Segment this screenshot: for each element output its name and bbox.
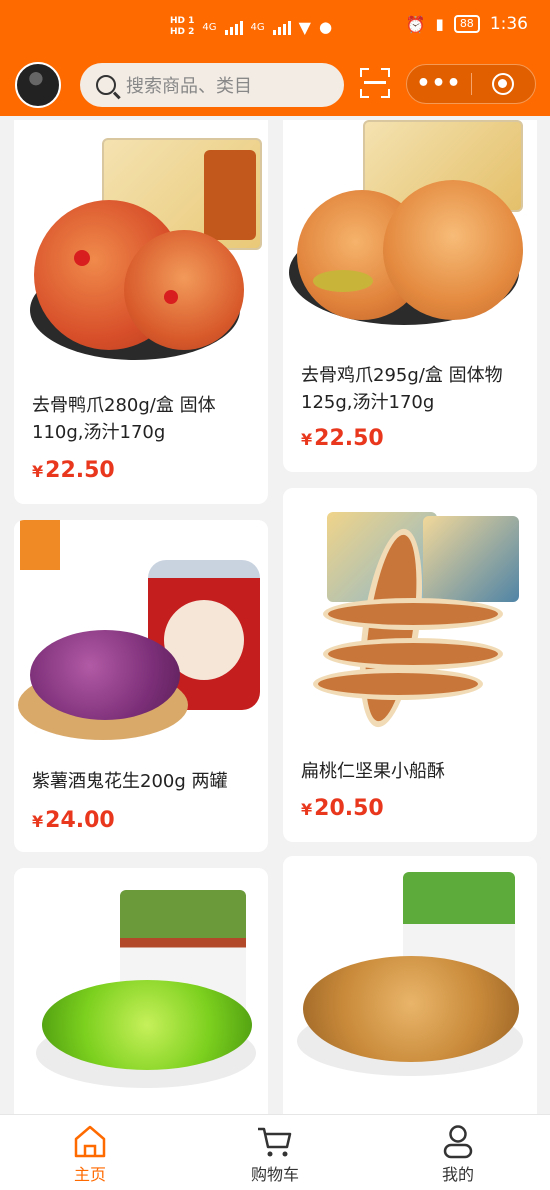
status-right: ⏰ ▮ 88 1:36 (406, 14, 528, 34)
search-placeholder: 搜索商品、类目 (126, 76, 252, 97)
product-card[interactable]: 去骨鸭爪280g/盒 固体110g,汤汁170g ¥22.50 (14, 120, 268, 504)
product-card[interactable] (14, 868, 268, 1128)
hd1-label: HD 1 (170, 16, 195, 26)
app-header: HD 1 HD 2 4G 4G ▼ ● ⏰ ▮ 88 1:36 搜索商品、类目 … (0, 0, 550, 116)
user-icon (438, 1123, 478, 1159)
search-header: 搜索商品、类目 ••• (0, 58, 550, 116)
net2-label: 4G (250, 21, 265, 33)
close-miniprogram-button[interactable] (492, 73, 514, 95)
product-image-raisins (283, 856, 537, 1118)
tab-cart-label: 购物车 (250, 1165, 299, 1184)
product-card[interactable]: 去骨鸡爪295g/盒 固体物125g,汤汁170g ¥22.50 (283, 120, 537, 472)
product-price: ¥22.50 (32, 458, 115, 483)
cart-icon (255, 1123, 295, 1159)
tab-mine[interactable]: 我的 (398, 1123, 518, 1185)
currency-symbol: ¥ (32, 812, 44, 831)
product-card[interactable] (283, 856, 537, 1128)
product-card[interactable]: 紫薯酒鬼花生200g 两罐 ¥24.00 (14, 520, 268, 852)
net1-label: 4G (202, 21, 217, 33)
penguin-icon: ● (318, 18, 333, 36)
product-price: ¥20.50 (301, 796, 384, 821)
product-card[interactable]: 扁桃仁坚果小船酥 ¥20.50 (283, 488, 537, 842)
price-value: 24.00 (45, 808, 115, 833)
tab-home-label: 主页 (73, 1165, 106, 1184)
price-value: 20.50 (314, 796, 384, 821)
capsule-divider (471, 73, 472, 95)
scan-icon[interactable] (360, 68, 390, 98)
signal-2-icon (272, 19, 291, 35)
vibrate-icon: ▮ (435, 15, 444, 33)
battery-indicator: 88 (453, 15, 480, 33)
more-menu-button[interactable]: ••• (407, 73, 471, 95)
product-image-almond-crisp (283, 488, 537, 738)
status-bar: HD 1 HD 2 4G 4G ▼ ● ⏰ ▮ 88 1:36 (0, 0, 550, 58)
price-value: 22.50 (314, 426, 384, 451)
product-price: ¥22.50 (301, 426, 384, 451)
product-image-chicken-feet (283, 120, 537, 345)
search-icon (96, 75, 116, 95)
bottom-tab-bar: 主页 购物车 我的 (0, 1114, 550, 1190)
network-indicators: HD 1 HD 2 4G 4G ▼ ● (170, 16, 332, 38)
avatar[interactable] (15, 62, 61, 108)
tab-cart[interactable]: 购物车 (215, 1123, 335, 1185)
currency-symbol: ¥ (301, 430, 313, 449)
product-image-peanuts (14, 520, 268, 750)
product-price: ¥24.00 (32, 808, 115, 833)
signal-1-icon (224, 19, 243, 35)
brand-badge-icon (20, 520, 60, 570)
product-title: 去骨鸡爪295g/盒 固体物125g,汤汁170g (301, 365, 503, 413)
wifi-icon: ▼ (298, 17, 311, 37)
search-input[interactable]: 搜索商品、类目 (80, 63, 344, 107)
tab-mine-label: 我的 (441, 1165, 474, 1184)
product-title: 去骨鸭爪280g/盒 固体110g,汤汁170g (32, 395, 216, 443)
home-icon (70, 1123, 110, 1159)
currency-symbol: ¥ (32, 462, 44, 481)
currency-symbol: ¥ (301, 800, 313, 819)
alarm-icon: ⏰ (405, 14, 426, 34)
product-image-dried-kiwi (14, 868, 268, 1118)
miniprogram-capsule: ••• (406, 64, 536, 104)
hd-indicator: HD 1 HD 2 (170, 16, 194, 38)
hd2-label: HD 2 (170, 27, 195, 37)
product-title: 紫薯酒鬼花生200g 两罐 (32, 771, 228, 792)
product-title: 扁桃仁坚果小船酥 (301, 761, 445, 782)
product-image-duck-feet (14, 120, 268, 370)
clock: 1:36 (489, 14, 528, 34)
price-value: 22.50 (45, 458, 115, 483)
tab-home[interactable]: 主页 (30, 1123, 150, 1185)
